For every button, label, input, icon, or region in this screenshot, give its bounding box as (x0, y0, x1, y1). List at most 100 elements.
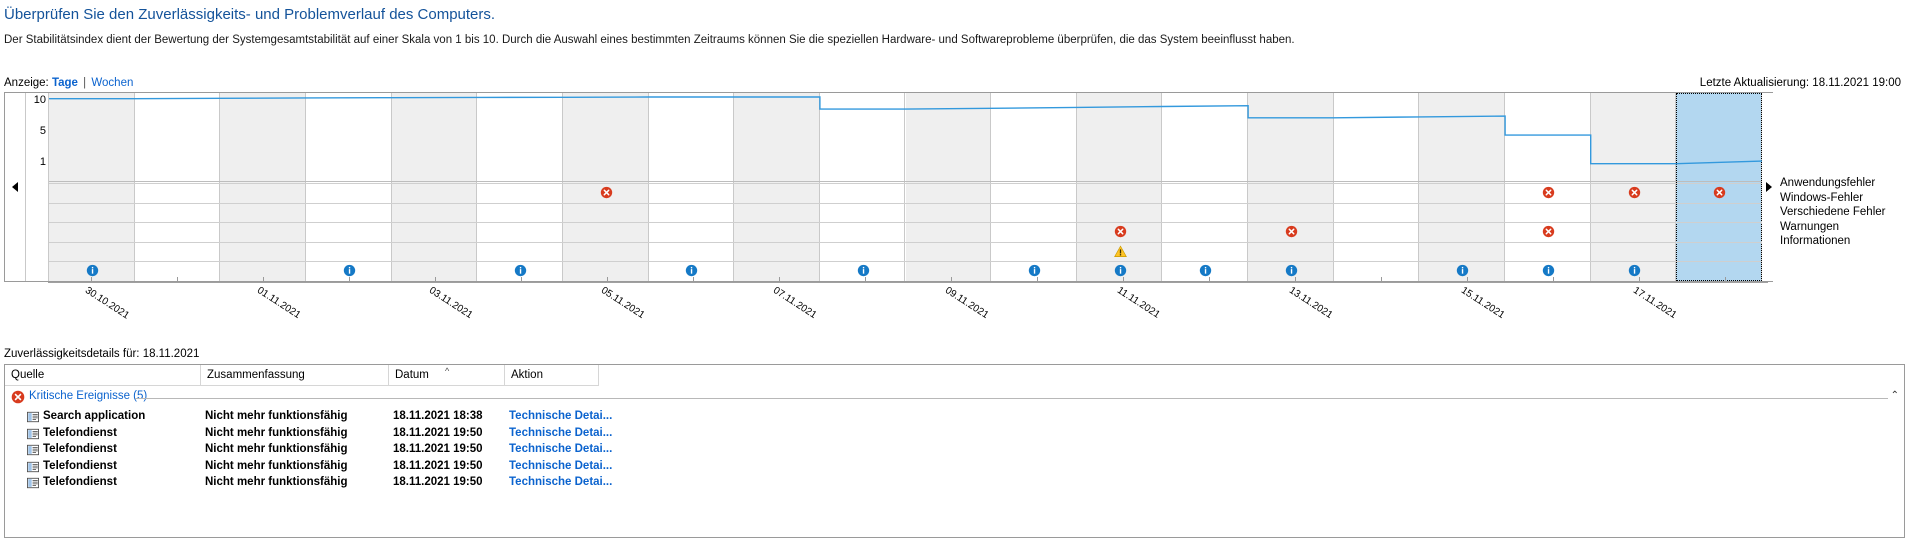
column-header-zusammenfassung-label: Zusammenfassung (207, 369, 305, 381)
column-header-zusammenfassung[interactable]: Zusammenfassung (201, 365, 389, 386)
display-days-link[interactable]: Tage (52, 77, 78, 89)
chart-day-column[interactable] (991, 93, 1077, 281)
warning-event-icon[interactable] (1113, 245, 1127, 258)
x-axis-tick (1123, 277, 1124, 282)
error-event-icon[interactable] (1628, 186, 1641, 199)
chart-day-column[interactable] (1162, 93, 1249, 281)
cell-source: Telefondienst (43, 476, 117, 488)
chart-day-column[interactable] (477, 93, 563, 281)
cell-summary: Nicht mehr funktionsfähig (205, 426, 348, 439)
cell-action-link[interactable]: Technische Detai... (509, 476, 612, 488)
chart-day-column[interactable] (220, 93, 306, 281)
error-event-icon[interactable] (1285, 225, 1298, 238)
information-event-icon[interactable] (1542, 264, 1555, 277)
display-weeks-link[interactable]: Wochen (91, 77, 133, 89)
table-row[interactable]: Telefondienst Nicht mehr funktionsfähig … (5, 442, 1904, 459)
x-axis-date-label: 09.11.2021 (943, 285, 991, 322)
chart-day-column[interactable] (1334, 93, 1420, 281)
table-row[interactable]: Telefondienst Nicht mehr funktionsfähig … (5, 475, 1904, 492)
column-header-aktion[interactable]: Aktion (505, 365, 599, 386)
cell-date: 18.11.2021 19:50 (393, 459, 483, 472)
information-event-icon[interactable] (1199, 264, 1212, 277)
information-event-icon[interactable] (1456, 264, 1469, 277)
information-event-icon[interactable] (685, 264, 698, 277)
chart-day-column[interactable] (734, 93, 820, 281)
legend-item-warnings: Warnungen (1780, 220, 1840, 233)
page-description: Der Stabilitätsindex dient der Bewertung… (4, 34, 1295, 46)
legend-item-windows-errors: Windows-Fehler (1780, 191, 1864, 204)
error-event-icon[interactable] (600, 186, 613, 199)
information-event-icon[interactable] (343, 264, 356, 277)
error-event-icon[interactable] (1542, 225, 1555, 238)
information-event-icon[interactable] (514, 264, 527, 277)
information-event-icon[interactable] (1285, 264, 1298, 277)
details-group-label[interactable]: Kritische Ereignisse (5) (29, 390, 147, 402)
cell-source: Telefondienst (43, 459, 117, 472)
cell-source: Search application (43, 410, 146, 422)
x-axis-date-label: 03.11.2021 (427, 285, 475, 322)
chart-plot-area[interactable] (49, 93, 1762, 281)
x-axis-tick (1295, 277, 1296, 282)
information-event-icon[interactable] (857, 264, 870, 277)
chart-legend: Anwendungsfehler Windows-Fehler Verschie… (1766, 176, 1885, 249)
event-source-icon (27, 477, 39, 489)
information-event-icon[interactable] (1114, 264, 1127, 277)
page-title: Überprüfen Sie den Zuverlässigkeits- und… (4, 6, 496, 23)
x-axis-tick (779, 277, 780, 282)
cell-action-link[interactable]: Technische Detai... (509, 460, 612, 472)
cell-action-link[interactable]: Technische Detai... (509, 443, 612, 455)
x-axis-tick (1639, 277, 1640, 282)
table-row[interactable]: Telefondienst Nicht mehr funktionsfähig … (5, 426, 1904, 443)
cell-action-link[interactable]: Technische Detai... (509, 427, 612, 439)
error-event-icon[interactable] (1542, 186, 1555, 199)
chart-day-column[interactable] (135, 93, 221, 281)
group-divider (135, 398, 1888, 399)
chart-day-column[interactable] (649, 93, 735, 281)
cell-summary: Nicht mehr funktionsfähig (205, 459, 348, 472)
event-source-icon (27, 411, 39, 423)
cell-action-link[interactable]: Technische Detai... (509, 410, 612, 422)
cell-date: 18.11.2021 19:50 (393, 426, 483, 439)
x-axis-date-label: 15.11.2021 (1459, 285, 1507, 322)
chart-day-column[interactable] (306, 93, 392, 281)
error-event-icon[interactable] (1713, 186, 1726, 199)
x-axis-tick (607, 277, 608, 282)
x-axis-tick (435, 277, 436, 282)
chart-day-column[interactable] (49, 93, 135, 281)
column-header-aktion-label: Aktion (511, 369, 543, 381)
information-event-icon[interactable] (1028, 264, 1041, 277)
chart-day-column[interactable] (1248, 93, 1334, 281)
chart-day-column[interactable] (1419, 93, 1506, 281)
table-row[interactable]: Search application Nicht mehr funktionsf… (5, 409, 1904, 426)
details-caption: Zuverlässigkeitsdetails für: 18.11.2021 (4, 348, 200, 360)
x-axis-date-label: 07.11.2021 (771, 285, 819, 322)
column-header-datum-label: Datum (395, 369, 429, 381)
x-axis-tick (263, 277, 264, 282)
x-axis-date-label: 05.11.2021 (599, 285, 647, 322)
x-axis-tick (693, 277, 694, 282)
chart-event-row-line (49, 202, 1762, 204)
chart-day-column[interactable] (905, 93, 992, 281)
chart-day-column[interactable] (391, 93, 478, 281)
triangle-left-icon (12, 182, 18, 192)
column-header-quelle[interactable]: Quelle (5, 365, 201, 386)
x-axis-tick (1037, 277, 1038, 282)
event-source-icon (27, 444, 39, 456)
chart-scroll-left-button[interactable] (5, 93, 26, 281)
display-separator: | (83, 77, 87, 89)
column-header-datum[interactable]: Datum ^ (389, 365, 505, 386)
triangle-right-icon (1766, 182, 1772, 192)
x-axis-tick (1381, 277, 1382, 282)
chart-day-column[interactable] (820, 93, 906, 281)
cell-date: 18.11.2021 18:38 (393, 410, 483, 422)
x-axis-date-label: 17.11.2021 (1631, 285, 1679, 322)
chart-y-axis: 10 5 1 (26, 93, 49, 281)
details-table: Quelle Zusammenfassung Datum ^ Aktion Kr… (4, 364, 1905, 538)
table-row[interactable]: Telefondienst Nicht mehr funktionsfähig … (5, 459, 1904, 476)
chevron-up-icon[interactable]: ⌃ (1891, 390, 1899, 401)
cell-summary: Nicht mehr funktionsfähig (205, 443, 348, 455)
information-event-icon[interactable] (1628, 264, 1641, 277)
details-group-row[interactable]: Kritische Ereignisse (5) ⌃ (5, 389, 1904, 406)
error-event-icon[interactable] (1114, 225, 1127, 238)
information-event-icon[interactable] (86, 264, 99, 277)
